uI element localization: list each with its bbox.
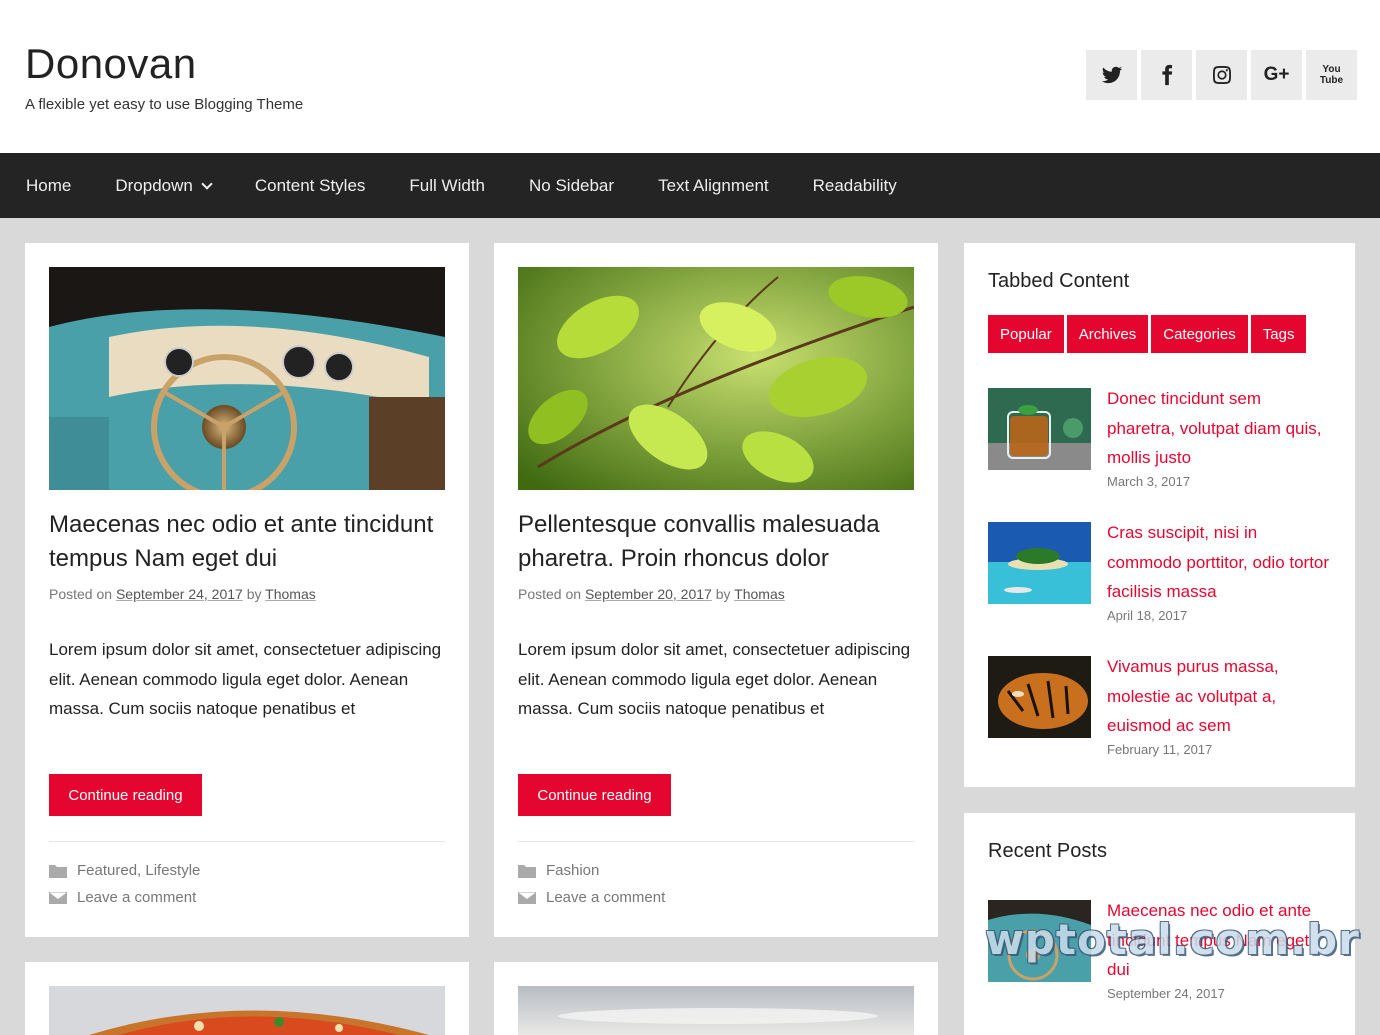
main-navigation: Home Dropdown Content Styles Full Width … xyxy=(0,153,1380,218)
post-card: Maecenas nec odio et ante tincidunt temp… xyxy=(25,243,469,937)
post-link[interactable]: Vivamus purus massa, molestie ac volutpa… xyxy=(1107,652,1332,741)
instagram-button[interactable] xyxy=(1196,50,1247,100)
post-author-link[interactable]: Thomas xyxy=(734,586,785,602)
category-links[interactable]: Fashion xyxy=(546,862,599,879)
post-link[interactable]: Donec tincidunt sem pharetra, volutpat d… xyxy=(1107,384,1332,473)
tab-tags[interactable]: Tags xyxy=(1250,315,1307,353)
instagram-icon xyxy=(1212,66,1231,84)
divider xyxy=(49,841,445,842)
leave-comment-link[interactable]: Leave a comment xyxy=(546,889,665,906)
site-header: Donovan A flexible yet easy to use Blogg… xyxy=(0,0,1380,153)
twitter-icon xyxy=(1101,66,1122,84)
post-meta: Posted on September 24, 2017 by Thomas xyxy=(49,586,316,602)
envelope-icon xyxy=(518,891,536,904)
post-comments: Leave a comment xyxy=(49,889,196,906)
tab-categories[interactable]: Categories xyxy=(1151,315,1248,353)
site-description: A flexible yet easy to use Blogging Them… xyxy=(25,96,304,113)
divider xyxy=(518,841,914,842)
widget-title: Tabbed Content xyxy=(988,270,1130,292)
post-card xyxy=(25,962,469,1035)
post-link[interactable]: Cras suscipit, nisi in commodo porttitor… xyxy=(1107,518,1332,607)
post-image-sky[interactable] xyxy=(518,986,914,1035)
nav-item-no-sidebar[interactable]: No Sidebar xyxy=(507,153,636,218)
envelope-icon xyxy=(49,891,67,904)
social-icons: G+ You Tube xyxy=(1086,50,1357,100)
post-author-link[interactable]: Thomas xyxy=(265,586,316,602)
nav-item-full-width[interactable]: Full Width xyxy=(387,153,507,218)
thumbnail-tiger[interactable] xyxy=(988,656,1091,738)
youtube-icon: You Tube xyxy=(1319,64,1344,86)
thumbnail-tea[interactable] xyxy=(988,388,1091,470)
post-date-link[interactable]: September 24, 2017 xyxy=(116,586,243,602)
post-comments: Leave a comment xyxy=(518,889,665,906)
post-card xyxy=(494,962,938,1035)
post-title[interactable]: Pellentesque convallis malesuada pharetr… xyxy=(518,508,914,576)
continue-reading-button[interactable]: Continue reading xyxy=(49,774,202,816)
tabbed-content-widget: Tabbed Content Popular Archives Categori… xyxy=(964,243,1355,787)
facebook-button[interactable] xyxy=(1141,50,1192,100)
twitter-button[interactable] xyxy=(1086,50,1137,100)
continue-reading-button[interactable]: Continue reading xyxy=(518,774,671,816)
post-excerpt: Lorem ipsum dolor sit amet, consectetuer… xyxy=(518,640,911,719)
widget-title: Recent Posts xyxy=(988,840,1107,862)
folder-icon xyxy=(518,864,536,878)
post-image-pizza[interactable] xyxy=(49,986,445,1035)
nav-item-dropdown[interactable]: Dropdown xyxy=(93,153,233,218)
thumbnail-island[interactable] xyxy=(988,522,1091,604)
post-date: February 11, 2017 xyxy=(1107,742,1213,757)
post-excerpt: Lorem ipsum dolor sit amet, consectetuer… xyxy=(49,640,442,719)
post-date-link[interactable]: September 20, 2017 xyxy=(585,586,712,602)
google-plus-icon: G+ xyxy=(1263,64,1290,85)
post-card: Pellentesque convallis malesuada pharetr… xyxy=(494,243,938,937)
tab-bar: Popular Archives Categories Tags xyxy=(988,315,1307,353)
nav-item-readability[interactable]: Readability xyxy=(791,153,919,218)
post-image-green-leaves[interactable] xyxy=(518,267,914,490)
post-date: March 3, 2017 xyxy=(1107,474,1191,489)
post-categories: Featured, Lifestyle xyxy=(49,862,200,879)
youtube-button[interactable]: You Tube xyxy=(1306,50,1357,100)
chevron-down-icon xyxy=(201,177,213,190)
post-date: April 18, 2017 xyxy=(1107,608,1188,623)
google-plus-button[interactable]: G+ xyxy=(1251,50,1302,100)
category-links[interactable]: Featured, Lifestyle xyxy=(77,862,200,879)
post-meta: Posted on September 20, 2017 by Thomas xyxy=(518,586,785,602)
post-categories: Fashion xyxy=(518,862,599,879)
nav-item-text-alignment[interactable]: Text Alignment xyxy=(636,153,791,218)
nav-item-content-styles[interactable]: Content Styles xyxy=(233,153,388,218)
leave-comment-link[interactable]: Leave a comment xyxy=(77,889,196,906)
post-date: September 24, 2017 xyxy=(1107,986,1225,1001)
post-image-car-dashboard[interactable] xyxy=(49,267,445,490)
site-title[interactable]: Donovan xyxy=(25,40,197,88)
tab-archives[interactable]: Archives xyxy=(1066,315,1149,353)
tab-popular[interactable]: Popular xyxy=(988,315,1064,353)
folder-icon xyxy=(49,864,67,878)
post-title[interactable]: Maecenas nec odio et ante tincidunt temp… xyxy=(49,508,445,576)
nav-item-home[interactable]: Home xyxy=(4,153,93,218)
watermark-logo: wptotal.com.br xyxy=(985,915,1360,964)
facebook-icon xyxy=(1161,64,1172,86)
